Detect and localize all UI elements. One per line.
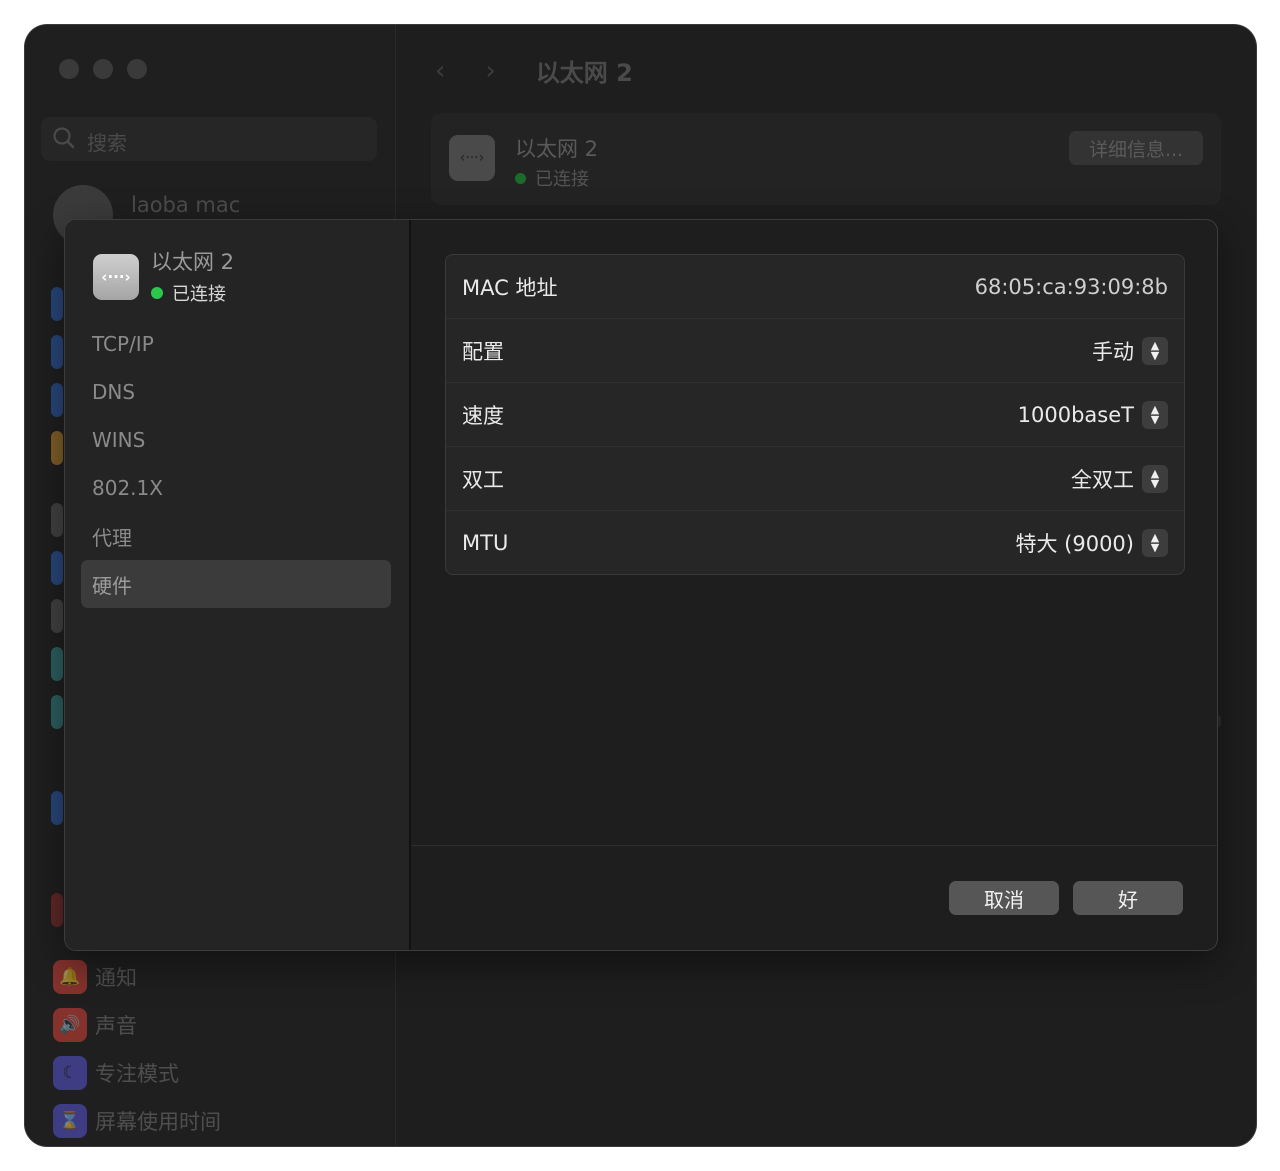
window-title: 以太网 2 [535, 59, 633, 87]
sheet-tabs: TCP/IP DNS WINS 802.1X 代理 硬件 [81, 320, 391, 608]
speed-select[interactable]: 1000baseT ▲ ▼ [1018, 400, 1168, 429]
speed-label: 速度 [462, 403, 504, 428]
search-icon [53, 127, 75, 149]
sidebar-item-edge [51, 893, 63, 927]
details-button[interactable]: 详细信息... [1069, 131, 1203, 165]
sidebar-item-edge [51, 335, 63, 369]
ethernet-icon: ‹···› [449, 135, 495, 181]
minimize-window-button[interactable] [93, 59, 113, 79]
ethernet-icon: ‹···› [93, 254, 139, 300]
device-card: ‹···› 以太网 2 已连接 详细信息... [431, 113, 1221, 205]
sidebar-item-edge [51, 695, 63, 729]
zoom-window-button[interactable] [127, 59, 147, 79]
mtu-row: MTU 特大 (9000) ▲ ▼ [446, 511, 1184, 574]
tab-proxy[interactable]: 代理 [81, 512, 391, 560]
sidebar-item-focus[interactable]: ☾ 专注模式 [53, 1056, 179, 1090]
duplex-label: 双工 [462, 467, 504, 492]
hardware-panel: MAC 地址 68:05:ca:93:09:8b 配置 手动 ▲ ▼ 速度 100… [411, 220, 1217, 950]
sidebar-item-edge [51, 791, 63, 825]
mac-address-value: 68:05:ca:93:09:8b [974, 274, 1168, 299]
hardware-settings-table: MAC 地址 68:05:ca:93:09:8b 配置 手动 ▲ ▼ 速度 100… [445, 254, 1185, 575]
mac-address-row: MAC 地址 68:05:ca:93:09:8b [446, 255, 1184, 319]
mtu-select[interactable]: 特大 (9000) ▲ ▼ [1015, 528, 1168, 558]
sheet-device-name: 以太网 2 [151, 250, 235, 274]
device-status: 已连接 [515, 165, 589, 191]
status-dot [515, 172, 526, 184]
forward-icon[interactable]: › [485, 56, 495, 86]
user-name: laoba mac [131, 193, 241, 217]
ok-button[interactable]: 好 [1073, 881, 1183, 915]
footer-divider [411, 845, 1217, 846]
back-icon[interactable]: ‹ [435, 56, 445, 86]
sidebar-item-edge [51, 287, 63, 321]
bell-icon: 🔔 [53, 960, 87, 994]
sidebar-item-sound[interactable]: 🔊 声音 [53, 1008, 137, 1042]
sidebar-item-edge [51, 431, 63, 465]
tab-dns[interactable]: DNS [81, 368, 391, 416]
moon-icon: ☾ [53, 1056, 87, 1090]
sidebar-item-edge [51, 599, 63, 633]
sheet-device-header: ‹···› 以太网 2 已连接 [93, 250, 234, 306]
device-name: 以太网 2 [515, 137, 599, 161]
tab-tcpip[interactable]: TCP/IP [81, 320, 391, 368]
duplex-select[interactable]: 全双工 ▲ ▼ [1071, 464, 1168, 494]
mac-address-label: MAC 地址 [462, 275, 558, 300]
status-dot [151, 287, 163, 299]
sidebar-item-edge [51, 383, 63, 417]
sidebar-item-edge [51, 503, 63, 537]
sidebar-item-screen-time[interactable]: ⌛ 屏幕使用时间 [53, 1104, 221, 1138]
configure-select[interactable]: 手动 ▲ ▼ [1092, 336, 1168, 366]
configure-label: 配置 [462, 339, 504, 364]
configure-row: 配置 手动 ▲ ▼ [446, 319, 1184, 383]
chevron-updown-icon[interactable]: ▲ ▼ [1142, 400, 1168, 429]
close-window-button[interactable] [59, 59, 79, 79]
chevron-updown-icon[interactable]: ▲ ▼ [1142, 464, 1168, 493]
search-field[interactable]: 搜索 [41, 117, 377, 161]
chevron-updown-icon[interactable]: ▲ ▼ [1142, 528, 1168, 557]
cancel-button[interactable]: 取消 [949, 881, 1059, 915]
tab-hardware[interactable]: 硬件 [81, 560, 391, 608]
search-placeholder: 搜索 [87, 131, 127, 155]
sheet-device-status: 已连接 [151, 280, 234, 306]
tab-8021x[interactable]: 802.1X [81, 464, 391, 512]
window-toolbar: ‹ › 以太网 2 [435, 53, 633, 88]
sidebar-item-edge [51, 551, 63, 585]
speaker-icon: 🔊 [53, 1008, 87, 1042]
network-details-sheet: ‹···› 以太网 2 已连接 TCP/IP DNS WINS 802.1X 代… [64, 219, 1218, 951]
mtu-label: MTU [462, 530, 509, 555]
sheet-sidebar: ‹···› 以太网 2 已连接 TCP/IP DNS WINS 802.1X 代… [65, 220, 411, 950]
speed-row: 速度 1000baseT ▲ ▼ [446, 383, 1184, 447]
hourglass-icon: ⌛ [53, 1104, 87, 1138]
tab-wins[interactable]: WINS [81, 416, 391, 464]
duplex-row: 双工 全双工 ▲ ▼ [446, 447, 1184, 511]
sidebar-item-edge [51, 647, 63, 681]
sidebar-item-notifications[interactable]: 🔔 通知 [53, 960, 137, 994]
chevron-updown-icon[interactable]: ▲ ▼ [1142, 336, 1168, 365]
